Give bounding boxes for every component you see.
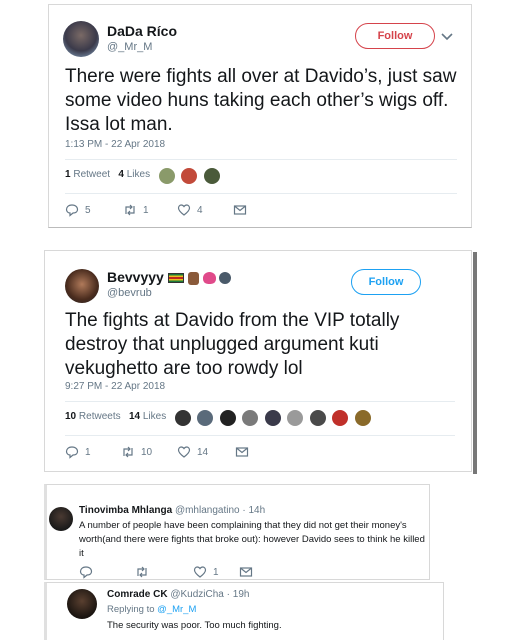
username[interactable]: @mhlangatino — [175, 505, 240, 516]
tweet-card-2: Bevvyyy @bevrub Follow The fights at Dav… — [44, 250, 472, 472]
display-name[interactable]: Bevvyyy — [107, 269, 232, 285]
divider — [65, 159, 457, 160]
avatar[interactable] — [65, 269, 99, 303]
retweet-action[interactable]: 1 — [123, 203, 149, 217]
avatar[interactable] — [67, 589, 97, 619]
avatar[interactable] — [175, 409, 191, 426]
timestamp[interactable]: 9:27 PM - 22 Apr 2018 — [65, 381, 165, 392]
reply-text: The security was poor. Too much fighting… — [107, 620, 282, 631]
reply-card-1: Tinovimba Mhlanga @mhlangatino · 14h A n… — [44, 484, 430, 580]
message-action[interactable] — [239, 565, 253, 579]
heart-icon — [193, 566, 207, 578]
reply-icon — [79, 566, 93, 579]
heart-icon — [177, 446, 191, 458]
follow-button[interactable]: Follow — [351, 269, 421, 295]
reply-action[interactable]: 1 — [65, 445, 91, 459]
reply-text: A number of people have been complaining… — [79, 520, 425, 559]
envelope-icon — [233, 205, 247, 215]
message-action[interactable] — [233, 203, 247, 217]
reply-count: 5 — [85, 204, 91, 216]
replying-to: Replying to @_Mr_M — [107, 604, 196, 615]
tweet-text: The fights at Davido from the VIP totall… — [65, 310, 400, 379]
likes-label[interactable]: Likes — [143, 411, 166, 422]
avatar[interactable] — [203, 167, 220, 184]
follow-button[interactable]: Follow — [355, 23, 435, 49]
like-count: 1 — [213, 566, 219, 578]
display-name-text[interactable]: Bevvyyy — [107, 269, 164, 285]
liker-avatars — [159, 167, 222, 185]
tweet-stats: 10 Retweets 14 Likes — [65, 411, 166, 422]
tweet-card-1: DaDa Ríco @_Mr_M Follow There were fight… — [48, 4, 472, 228]
message-action[interactable] — [235, 445, 249, 459]
thumbs-up-icon — [187, 271, 199, 285]
display-name[interactable]: Comrade CK — [107, 589, 168, 600]
hearts-icon — [202, 272, 216, 285]
retweet-count: 1 — [143, 204, 149, 216]
replying-label: Replying to — [107, 604, 155, 615]
flag-icon — [167, 273, 184, 284]
face-icon — [219, 272, 232, 285]
username[interactable]: @_Mr_M — [107, 41, 152, 53]
retweet-action[interactable]: 10 — [121, 445, 152, 459]
reply-icon — [65, 204, 79, 217]
avatar[interactable] — [332, 409, 349, 426]
retweet-action[interactable] — [135, 565, 149, 579]
likes-label[interactable]: Likes — [127, 169, 150, 180]
retweet-icon — [125, 204, 135, 216]
retweets-label[interactable]: Retweets — [79, 411, 121, 422]
liker-avatars — [175, 409, 373, 427]
envelope-icon — [235, 447, 249, 457]
avatar[interactable] — [264, 409, 281, 426]
retweets-label[interactable]: Retweet — [73, 169, 110, 180]
display-name[interactable]: Tinovimba Mhlanga — [79, 505, 172, 516]
like-action[interactable]: 14 — [177, 445, 208, 459]
reply-author[interactable]: Comrade CK @KudziCha · 19h — [107, 589, 249, 600]
heart-icon — [177, 204, 191, 216]
envelope-icon — [239, 567, 253, 577]
timestamp[interactable]: 1:13 PM - 22 Apr 2018 — [65, 139, 165, 150]
avatar[interactable] — [49, 507, 73, 531]
avatar[interactable] — [181, 167, 198, 184]
username[interactable]: @bevrub — [107, 287, 152, 299]
tweet-stats: 1 Retweet 4 Likes — [65, 169, 150, 180]
divider — [65, 401, 455, 402]
retweets-count[interactable]: 10 — [65, 411, 76, 422]
reply-action[interactable] — [79, 565, 93, 579]
avatar[interactable] — [197, 409, 214, 426]
reply-author[interactable]: Tinovimba Mhlanga @mhlangatino · 14h — [79, 505, 265, 516]
like-action[interactable]: 4 — [177, 203, 203, 217]
divider — [65, 435, 455, 436]
like-count: 4 — [197, 204, 203, 216]
retweet-icon — [123, 446, 133, 458]
like-count: 14 — [197, 446, 209, 458]
reply-action[interactable]: 5 — [65, 203, 91, 217]
reply-card-2: Comrade CK @KudziCha · 19h Replying to @… — [44, 582, 444, 640]
avatar[interactable] — [309, 409, 326, 426]
reply-icon — [65, 446, 79, 459]
display-name[interactable]: DaDa Ríco — [107, 23, 177, 39]
avatar[interactable] — [287, 409, 304, 426]
avatar[interactable] — [219, 409, 236, 426]
like-action[interactable]: 1 — [193, 565, 219, 579]
scrollbar[interactable] — [473, 252, 477, 474]
chevron-down-icon[interactable] — [441, 33, 453, 41]
retweet-count: 10 — [141, 446, 153, 458]
reply-time[interactable]: · 14h — [242, 505, 265, 516]
username[interactable]: @KudziCha — [170, 589, 224, 600]
likes-count[interactable]: 4 — [118, 169, 124, 180]
avatar[interactable] — [63, 21, 99, 57]
divider — [65, 193, 457, 194]
reply-time[interactable]: · 19h — [227, 589, 250, 600]
tweet-text: There were fights all over at Davido’s, … — [65, 66, 457, 135]
avatar[interactable] — [242, 409, 259, 426]
retweet-icon — [137, 566, 147, 578]
likes-count[interactable]: 14 — [129, 411, 140, 422]
avatar[interactable] — [354, 409, 371, 426]
retweets-count[interactable]: 1 — [65, 169, 71, 180]
avatar[interactable] — [159, 167, 175, 184]
reply-count: 1 — [85, 446, 91, 458]
replying-handle[interactable]: @_Mr_M — [157, 604, 196, 615]
